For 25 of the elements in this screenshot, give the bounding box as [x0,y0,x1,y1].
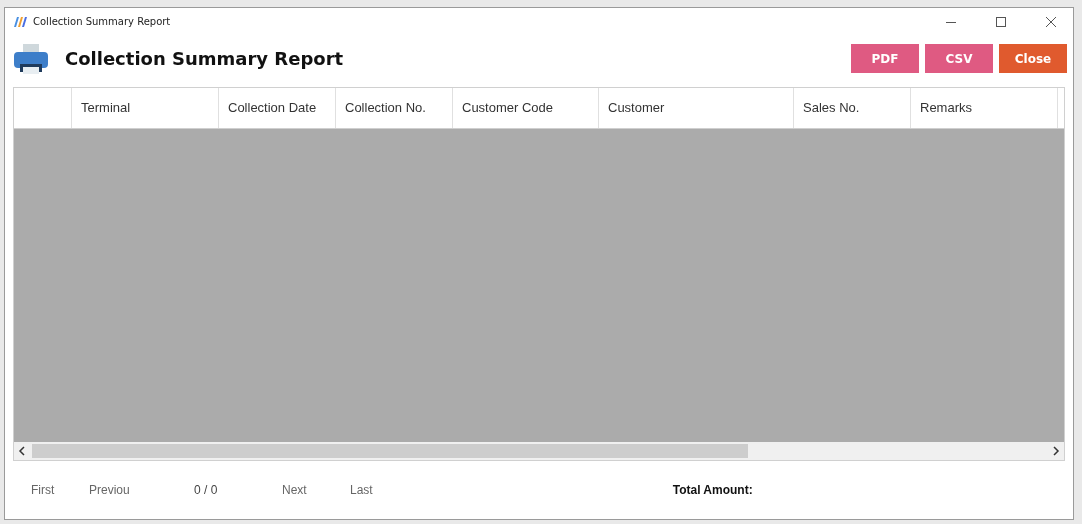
column-header[interactable]: Remarks [911,88,1058,128]
close-icon[interactable] [1046,16,1056,27]
first-page-link[interactable]: First [31,483,89,497]
maximize-icon[interactable] [996,16,1006,27]
column-header[interactable]: Customer [599,88,794,128]
export-button[interactable]: CSV [925,44,993,73]
next-page-link[interactable]: Next [282,483,350,497]
column-header[interactable]: Collection Date [219,88,336,128]
column-header[interactable]: Customer Code [453,88,599,128]
total-amount-label: Total Amount: [672,483,753,497]
column-header[interactable]: Sales No. [794,88,911,128]
last-page-link[interactable]: Last [350,483,373,497]
scroll-left-icon[interactable] [18,446,26,456]
column-header[interactable]: Terminal [72,88,219,128]
export-button[interactable]: PDF [851,44,919,73]
printer-icon [13,42,49,75]
scroll-right-icon[interactable] [1052,446,1060,456]
report-title: Collection Summary Report [65,48,344,69]
close-button[interactable]: Close [999,44,1067,73]
page-position: 0 / 0 [194,483,219,497]
window-title: Collection Summary Report [33,16,171,27]
previous-page-link[interactable]: Previou [89,483,194,497]
column-header[interactable]: Collection No. [336,88,453,128]
app-logo-icon [13,15,27,28]
scrollbar-thumb[interactable] [32,444,748,458]
